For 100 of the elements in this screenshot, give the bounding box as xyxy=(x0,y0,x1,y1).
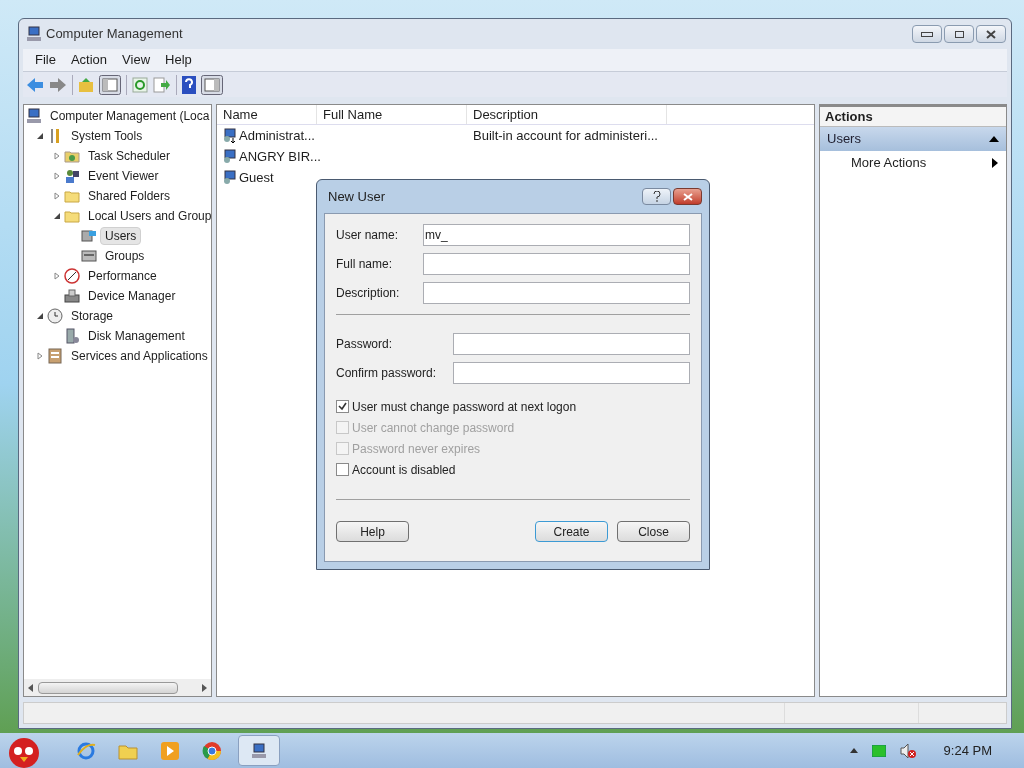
expand-arrow-icon[interactable] xyxy=(53,172,61,180)
device-icon xyxy=(64,288,80,304)
close-button[interactable] xyxy=(976,25,1006,43)
network-icon[interactable] xyxy=(871,744,886,757)
action-pane-icon[interactable] xyxy=(201,74,223,95)
user-icon xyxy=(222,148,238,165)
tree-item[interactable]: Shared Folders xyxy=(83,187,176,205)
actions-header: Actions xyxy=(820,107,1006,127)
clock[interactable]: 9:24 PM xyxy=(943,740,992,761)
collapse-arrow-icon[interactable] xyxy=(36,132,44,140)
checkbox-label[interactable]: Account is disabled xyxy=(352,460,456,479)
tree-item[interactable]: Users xyxy=(100,227,142,245)
submenu-arrow-icon xyxy=(992,158,998,168)
actions-section[interactable]: Users xyxy=(820,127,1006,151)
tree-item[interactable]: Computer Management (Loca xyxy=(45,107,211,125)
storage-icon xyxy=(81,228,97,244)
dialog-title: New User xyxy=(328,187,386,206)
tree-item[interactable]: Storage xyxy=(66,307,119,325)
checkbox[interactable] xyxy=(336,463,349,476)
scroll-left-icon[interactable] xyxy=(28,683,34,692)
tree-item[interactable]: Task Scheduler xyxy=(83,147,176,165)
column-header[interactable]: Full Name xyxy=(317,105,467,124)
expand-arrow-icon[interactable] xyxy=(53,152,61,160)
close-button[interactable] xyxy=(673,188,702,205)
collapse-icon[interactable] xyxy=(989,136,999,142)
chrome-icon[interactable] xyxy=(202,740,222,761)
password-field[interactable] xyxy=(453,332,690,355)
folder-up-icon[interactable] xyxy=(78,76,94,93)
tree-item[interactable]: Groups xyxy=(100,247,150,265)
expand-arrow-icon[interactable] xyxy=(53,272,61,280)
user-name[interactable]: ANGRY BIR... xyxy=(239,146,321,167)
question-mark-icon xyxy=(652,191,661,202)
menu-item[interactable]: File xyxy=(28,50,63,70)
log-icon xyxy=(47,348,63,364)
menu-item[interactable]: View xyxy=(115,50,158,70)
computer-icon xyxy=(26,108,42,124)
horizontal-scrollbar[interactable] xyxy=(24,679,211,696)
menu-item[interactable]: Help xyxy=(158,50,199,70)
collapse-arrow-icon[interactable] xyxy=(36,312,44,320)
export-icon[interactable] xyxy=(153,76,171,93)
dialog-button[interactable]: Close xyxy=(617,521,690,542)
shared-folder-icon xyxy=(64,148,80,164)
check-icon xyxy=(338,402,347,411)
forward-arrow-icon[interactable] xyxy=(49,76,67,93)
tree-item[interactable]: System Tools xyxy=(66,127,148,145)
user-name[interactable]: Administrat... xyxy=(239,125,315,146)
computer-icon xyxy=(251,742,267,759)
field-label: Full name: xyxy=(336,255,394,273)
field-label: Description: xyxy=(336,284,401,302)
clock-icon xyxy=(47,308,63,324)
tree-item[interactable]: Disk Management xyxy=(83,327,190,345)
tree-item[interactable]: Local Users and Group xyxy=(83,207,211,225)
media-player-icon[interactable] xyxy=(160,740,180,761)
checkbox-label[interactable]: User must change password at next logon xyxy=(352,397,577,416)
checkbox[interactable] xyxy=(336,400,349,413)
tree-item[interactable]: Services and Applications xyxy=(66,347,211,365)
user-icon xyxy=(222,127,238,144)
tree-item[interactable]: Performance xyxy=(83,267,162,285)
collapse-arrow-icon[interactable] xyxy=(53,212,61,220)
minimize-button[interactable] xyxy=(912,25,942,43)
close-icon xyxy=(986,29,996,39)
column-header[interactable]: Name xyxy=(217,105,317,124)
password-field[interactable] xyxy=(453,361,690,384)
computer-icon xyxy=(26,26,42,42)
muted-speaker-icon[interactable] xyxy=(899,742,916,759)
maximize-button[interactable] xyxy=(944,25,974,43)
help-icon[interactable] xyxy=(182,75,196,94)
show-hidden-icons-icon[interactable] xyxy=(849,748,858,753)
table-cell: Built-in account for administeri... xyxy=(473,127,658,143)
text-field[interactable] xyxy=(423,281,690,304)
drive-icon xyxy=(81,248,97,264)
user-name[interactable]: Guest xyxy=(239,167,274,188)
dialog-button[interactable]: Create xyxy=(535,521,608,542)
server-icon xyxy=(64,328,80,344)
expand-arrow-icon[interactable] xyxy=(53,192,61,200)
menu-item[interactable]: Action xyxy=(63,50,115,70)
browser-icon[interactable] xyxy=(76,740,96,761)
field-label: User name: xyxy=(336,226,400,244)
back-arrow-icon[interactable] xyxy=(26,76,44,93)
text-field[interactable] xyxy=(423,252,690,275)
users-icon xyxy=(64,168,80,184)
field-label: Password: xyxy=(336,335,394,353)
expand-arrow-icon[interactable] xyxy=(36,352,44,360)
action-item[interactable]: More Actions xyxy=(820,151,1006,175)
folder-icon xyxy=(64,188,80,204)
refresh-icon[interactable] xyxy=(132,76,148,93)
field-label: Confirm password: xyxy=(336,364,438,382)
scroll-right-icon[interactable] xyxy=(201,683,207,692)
user-icon xyxy=(222,169,238,186)
close-icon xyxy=(682,192,693,201)
folder-icon xyxy=(64,208,80,224)
column-header[interactable]: Description xyxy=(467,105,667,124)
text-field[interactable]: mv_ xyxy=(423,223,690,246)
taskbar-app-button[interactable] xyxy=(238,735,280,766)
pane-toggle-icon[interactable] xyxy=(99,74,121,95)
help-button[interactable] xyxy=(642,188,671,205)
dialog-button[interactable]: Help xyxy=(336,521,409,542)
tree-item[interactable]: Device Manager xyxy=(83,287,181,305)
tree-item[interactable]: Event Viewer xyxy=(83,167,164,185)
window-title: Computer Management xyxy=(46,25,183,44)
